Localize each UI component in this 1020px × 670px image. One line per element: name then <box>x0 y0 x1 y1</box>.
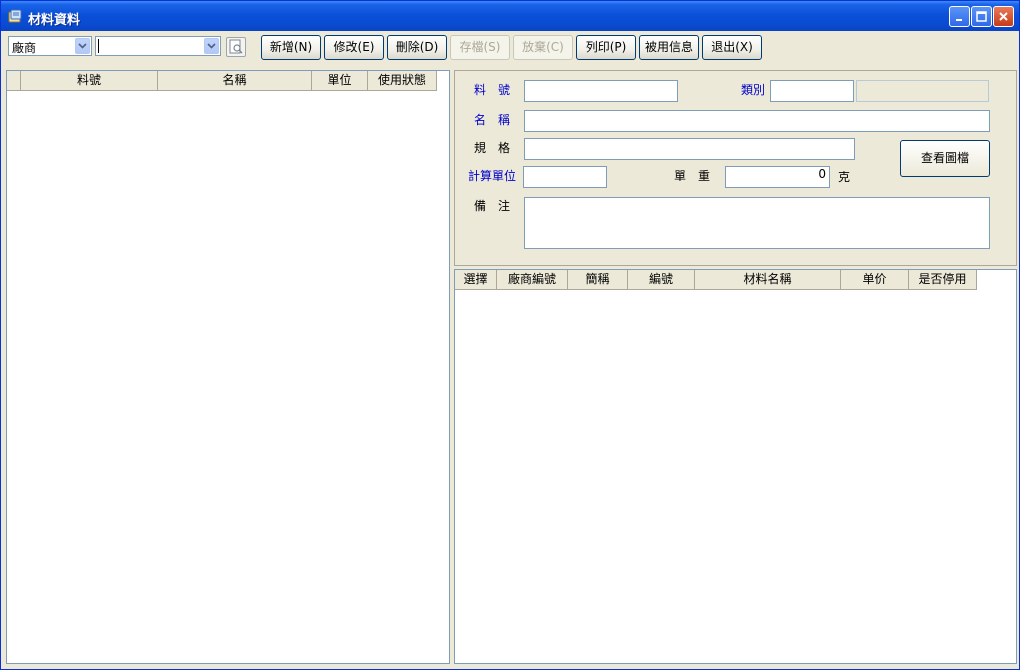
minimize-icon <box>956 19 962 21</box>
materials-grid[interactable]: 料號 名稱 單位 使用狀態 <box>6 70 450 664</box>
category-description-field <box>856 80 989 102</box>
main-window: 材料資料 廠商 新增(N) 修改(E) 刪除(D) 存檔(S) 放棄(C) 列印… <box>0 0 1020 670</box>
cancel-button[interactable]: 放棄(C) <box>513 35 573 60</box>
column-header[interactable]: 廠商編號 <box>497 270 568 289</box>
filter-field-value: 廠商 <box>12 41 37 55</box>
print-button[interactable]: 列印(P) <box>576 35 636 60</box>
close-button[interactable] <box>993 6 1014 27</box>
column-header[interactable]: 单价 <box>841 270 909 289</box>
column-header[interactable]: 料號 <box>21 71 158 90</box>
search-input[interactable] <box>95 36 221 56</box>
text-caret <box>98 39 99 53</box>
chevron-down-icon[interactable] <box>204 38 219 54</box>
category-label: 類別 <box>741 83 766 97</box>
row-indicator-header <box>7 71 21 90</box>
delete-button[interactable]: 刪除(D) <box>387 35 447 60</box>
maximize-icon <box>976 11 987 22</box>
materials-grid-header: 料號 名稱 單位 使用狀態 <box>7 71 437 91</box>
suppliers-grid[interactable]: 選擇 廠商編號 簡稱 編號 材料名稱 单价 是否停用 <box>454 269 1017 664</box>
title-bar[interactable]: 材料資料 <box>1 1 1019 31</box>
filter-field-select[interactable]: 廠商 <box>8 36 92 56</box>
name-label: 名 稱 <box>474 113 511 127</box>
maximize-button[interactable] <box>971 6 992 27</box>
note-label: 備 注 <box>474 199 511 213</box>
save-button[interactable]: 存檔(S) <box>450 35 510 60</box>
note-field[interactable] <box>524 197 990 249</box>
edit-button[interactable]: 修改(E) <box>324 35 384 60</box>
spec-field[interactable] <box>524 138 855 160</box>
category-field[interactable] <box>770 80 854 102</box>
column-header[interactable]: 編號 <box>628 270 695 289</box>
unit-field[interactable] <box>523 166 607 188</box>
exit-button[interactable]: 退出(X) <box>702 35 762 60</box>
column-header[interactable]: 簡稱 <box>568 270 628 289</box>
spec-label: 規 格 <box>474 141 511 155</box>
window-title: 材料資料 <box>28 13 81 28</box>
weight-label: 單 重 <box>674 169 711 183</box>
new-button[interactable]: 新增(N) <box>261 35 321 60</box>
usage-info-button[interactable]: 被用信息 <box>639 35 699 60</box>
name-field[interactable] <box>524 110 990 132</box>
search-icon <box>229 39 243 54</box>
column-header[interactable]: 選擇 <box>455 270 497 289</box>
column-header[interactable]: 名稱 <box>158 71 312 90</box>
weight-value: 0 <box>818 167 826 181</box>
app-icon <box>7 8 23 24</box>
column-header[interactable]: 材料名稱 <box>695 270 841 289</box>
close-icon <box>999 12 1008 21</box>
find-button[interactable] <box>226 37 246 57</box>
unit-label: 計算單位 <box>468 169 517 183</box>
part-no-field[interactable] <box>524 80 678 102</box>
minimize-button[interactable] <box>949 6 970 27</box>
weight-unit-label: 克 <box>838 170 851 184</box>
part-no-label: 料 號 <box>474 83 511 97</box>
column-header[interactable]: 單位 <box>312 71 368 90</box>
column-header[interactable]: 使用狀態 <box>368 71 437 90</box>
suppliers-grid-header: 選擇 廠商編號 簡稱 編號 材料名稱 单价 是否停用 <box>455 270 977 290</box>
weight-field[interactable]: 0 <box>725 166 830 188</box>
chevron-down-icon[interactable] <box>75 38 90 54</box>
column-header[interactable]: 是否停用 <box>909 270 977 289</box>
view-drawing-button[interactable]: 查看圖檔 <box>900 140 990 177</box>
